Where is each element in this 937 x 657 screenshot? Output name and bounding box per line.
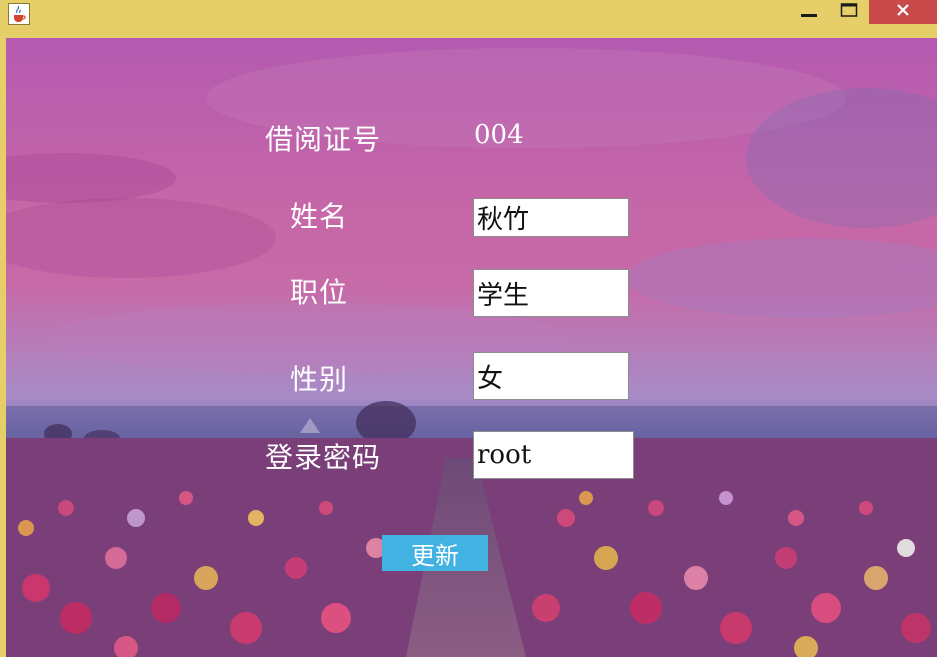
minimize-button[interactable] xyxy=(792,0,826,24)
name-field[interactable] xyxy=(473,198,629,237)
name-input[interactable] xyxy=(474,199,628,236)
java-cup-icon[interactable] xyxy=(8,3,30,25)
password-field[interactable] xyxy=(473,431,634,479)
update-button[interactable]: 更新 xyxy=(382,535,488,571)
password-input[interactable] xyxy=(474,432,633,478)
close-icon xyxy=(895,2,911,22)
card-id-label: 借阅证号 xyxy=(265,123,382,156)
position-label: 职位 xyxy=(290,276,349,309)
position-input[interactable] xyxy=(474,270,628,316)
sky-clouds xyxy=(6,48,937,446)
position-field[interactable] xyxy=(473,269,629,317)
password-label: 登录密码 xyxy=(265,441,382,474)
maximize-button[interactable] xyxy=(832,0,866,24)
maximize-icon xyxy=(840,2,858,22)
card-id-value: 004 xyxy=(474,120,524,150)
gender-input[interactable] xyxy=(474,353,628,399)
title-bar xyxy=(0,0,937,36)
window-frame: 借阅证号 004 姓名 职位 性别 登录密码 更新 xyxy=(0,36,937,657)
gender-field[interactable] xyxy=(473,352,629,400)
background-image: 借阅证号 004 姓名 职位 性别 登录密码 更新 xyxy=(6,38,937,657)
close-button[interactable] xyxy=(869,0,937,24)
name-label: 姓名 xyxy=(290,200,349,233)
minimize-icon xyxy=(800,3,818,22)
gender-label: 性别 xyxy=(290,363,349,396)
